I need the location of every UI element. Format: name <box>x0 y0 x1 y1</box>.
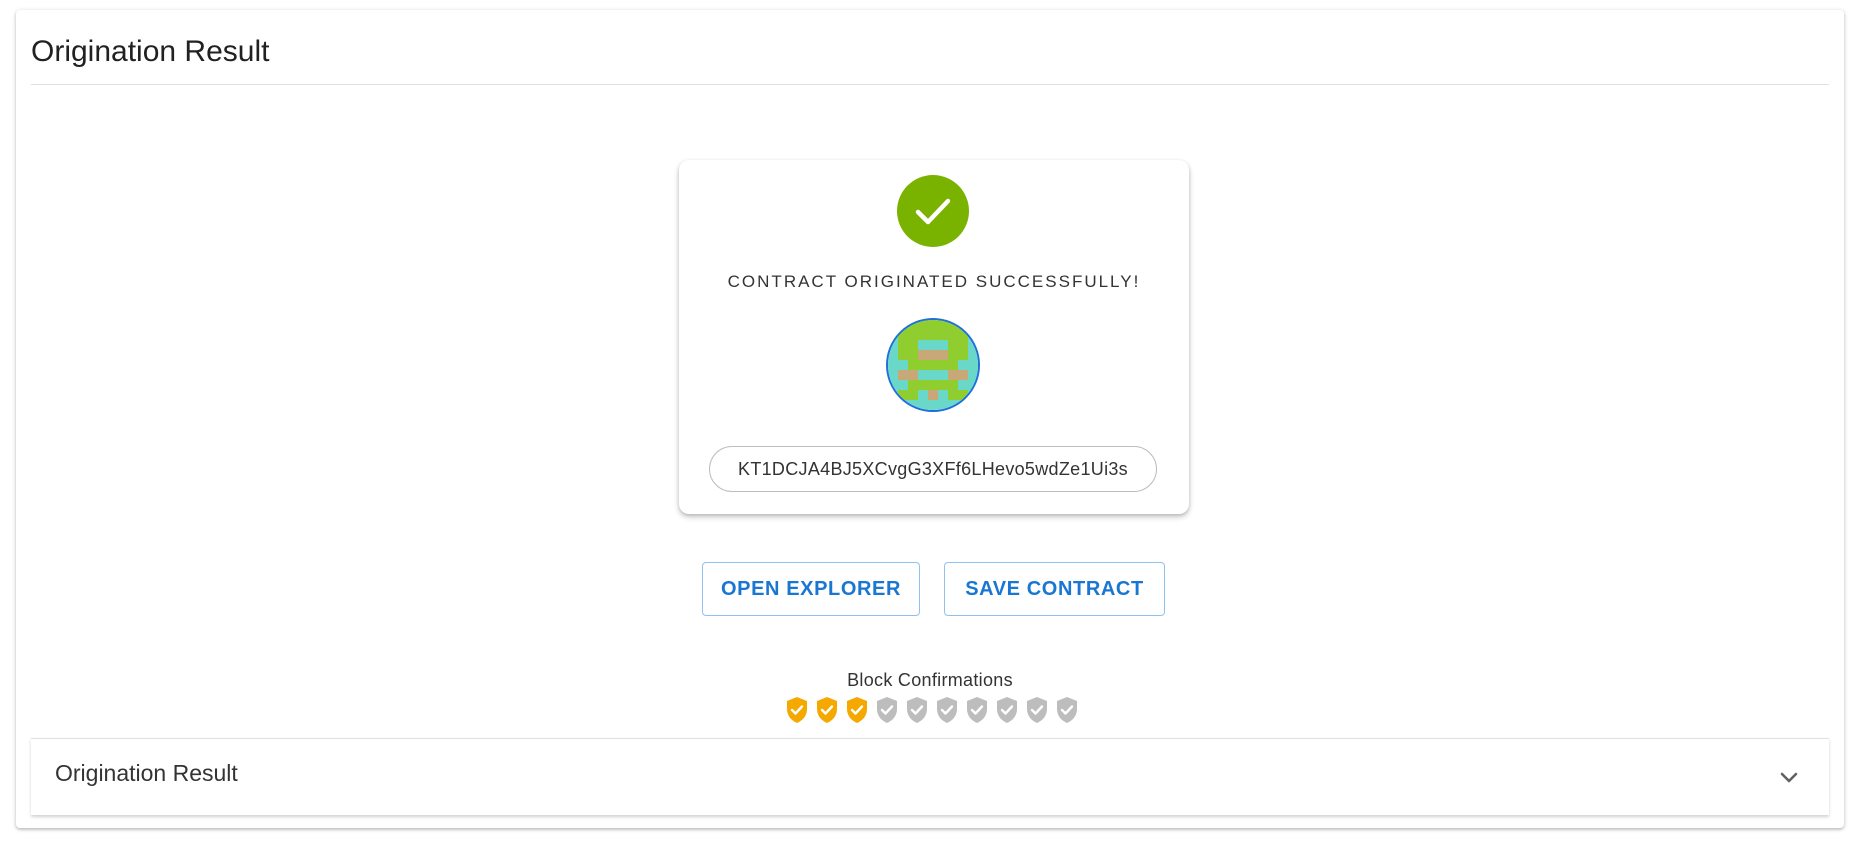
open-explorer-button[interactable]: OPEN EXPLORER <box>702 562 920 616</box>
shield-check-icon-pending <box>1025 696 1049 724</box>
accordion-title: Origination Result <box>55 760 238 786</box>
shield-check-icon-pending <box>995 696 1019 724</box>
block-confirmations-label: Block Confirmations <box>847 670 1013 690</box>
shield-check-icon-pending <box>905 696 929 724</box>
shield-check-icon-pending <box>965 696 989 724</box>
page-title: Origination Result <box>31 35 270 68</box>
success-message: CONTRACT ORIGINATED SUCCESSFULLY! <box>727 272 1141 291</box>
save-contract-button[interactable]: SAVE CONTRACT <box>944 562 1165 616</box>
shield-check-icon-confirmed <box>785 696 809 724</box>
title-divider <box>31 84 1829 85</box>
shield-check-icon-pending <box>935 696 959 724</box>
check-circle-icon <box>897 175 969 247</box>
shield-check-icon-pending <box>1055 696 1079 724</box>
result-panel: CONTRACT ORIGINATED SUCCESSFULLY! KT1DCJ… <box>679 160 1189 514</box>
chevron-down-icon[interactable] <box>1777 765 1801 789</box>
origination-result-accordion[interactable]: Origination Result <box>31 738 1829 815</box>
shield-check-icon-pending <box>875 696 899 724</box>
origination-result-card: Origination Result CONTRACT ORIGINATED S… <box>16 10 1844 828</box>
block-confirmations-indicator <box>785 696 1085 724</box>
shield-check-icon-confirmed <box>815 696 839 724</box>
contract-avatar <box>886 318 980 412</box>
shield-check-icon-confirmed <box>845 696 869 724</box>
contract-address[interactable]: KT1DCJA4BJ5XCvgG3XFf6LHevo5wdZe1Ui3s <box>709 446 1157 492</box>
